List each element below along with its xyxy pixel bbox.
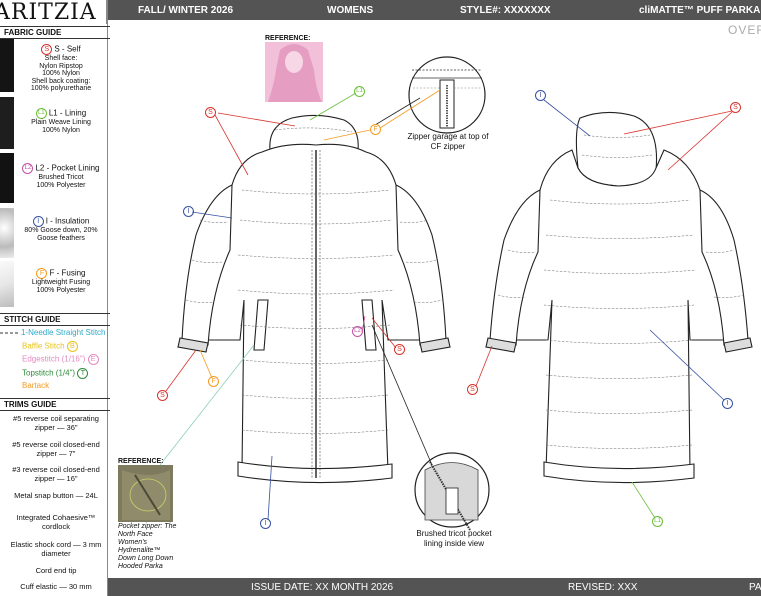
tech-pack-page: ARITZIA FABRIC GUIDE SS - Self Shell fac… [0, 0, 761, 596]
marker-self: S [467, 384, 478, 395]
reference-label-bottom: REFERENCE: [118, 458, 164, 465]
front-parka [177, 114, 451, 484]
marker-self: S [730, 102, 741, 113]
reference-label-top: REFERENCE: [265, 35, 311, 42]
back-parka [485, 111, 753, 484]
zipper-garage-detail [408, 56, 486, 134]
marker-fusing: F [370, 124, 381, 135]
marker-self: S [205, 107, 216, 118]
reference-photo-bottom [118, 465, 173, 522]
marker-lining: L1 [652, 516, 663, 527]
marker-insulation: I [260, 518, 271, 529]
marker-self: S [394, 344, 405, 355]
marker-insulation: I [722, 398, 733, 409]
marker-fusing: F [208, 376, 219, 387]
pocket-lining-note: Brushed tricot pocket lining inside view [416, 529, 492, 548]
marker-lining: L1 [354, 86, 365, 97]
pocket-zipper-note: Pocket zipper: The North Face Women's Hy… [118, 523, 177, 570]
marker-pocket-lining: L2 [352, 326, 363, 337]
zipper-garage-note: Zipper garage at top of CF zipper [407, 132, 489, 151]
reference-photo-top [265, 42, 323, 102]
marker-insulation: I [183, 206, 194, 217]
marker-insulation: I [535, 90, 546, 101]
garment-drawings [118, 42, 753, 531]
marker-self: S [157, 390, 168, 401]
pocket-lining-detail [414, 452, 490, 531]
